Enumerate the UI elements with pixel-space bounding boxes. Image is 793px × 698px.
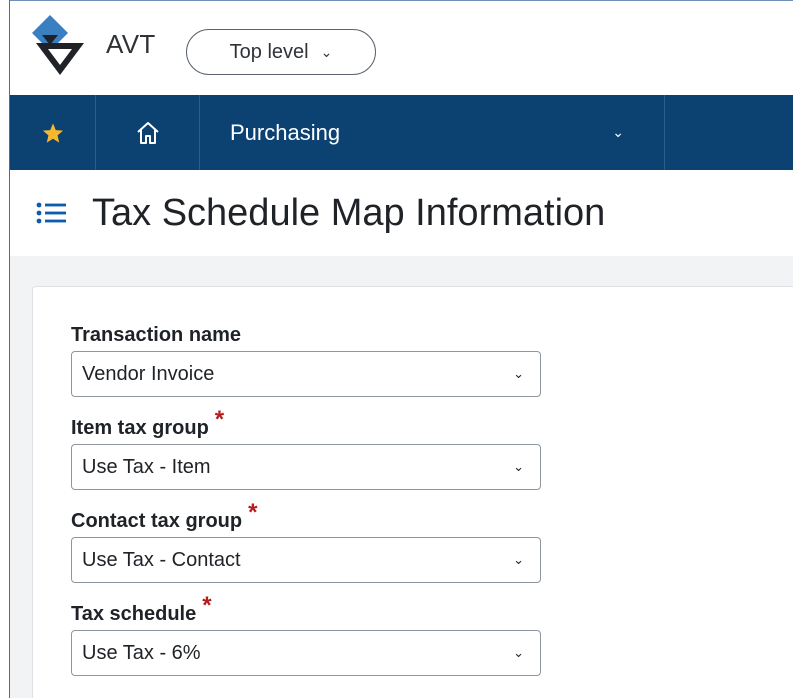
select-value: Use Tax - 6% [82,641,201,664]
tax-schedule-select[interactable]: Use Tax - 6% ⌄ [71,630,541,676]
item-tax-group-field: Item tax group * Use Tax - Item ⌄ [71,406,541,490]
favorites-button[interactable] [10,95,96,170]
entity-scope-button[interactable]: Top level ⌄ [186,29,376,75]
select-value: Use Tax - Contact [82,548,241,571]
main-nav-bar: Purchasing ⌄ [10,95,793,170]
chevron-down-icon: ⌄ [612,124,624,140]
field-label: Tax schedule * [71,592,541,626]
content-area: Transaction name Vendor Invoice ⌄ Item t… [10,256,793,698]
chevron-down-icon: ⌄ [513,552,524,567]
select-value: Vendor Invoice [82,362,215,385]
form-card: Transaction name Vendor Invoice ⌄ Item t… [32,286,793,698]
home-icon [136,121,159,144]
star-icon [42,122,63,143]
brand-name: AVT [106,29,156,59]
tax-schedule-field: Tax schedule * Use Tax - 6% ⌄ [71,592,541,676]
chevron-down-icon: ⌄ [320,43,333,60]
field-label-text: Transaction name [71,324,242,346]
item-tax-group-select[interactable]: Use Tax - Item ⌄ [71,444,541,490]
transaction-name-select[interactable]: Vendor Invoice ⌄ [71,351,541,397]
module-dropdown[interactable]: Purchasing ⌄ [200,95,665,170]
field-label-text: Contact tax group [71,510,243,532]
top-bar: AVT Top level ⌄ [10,0,793,95]
field-label: Item tax group * [71,406,541,440]
transaction-name-field: Transaction name Vendor Invoice ⌄ [71,319,541,397]
required-marker: * [202,592,212,619]
required-marker: * [248,499,258,526]
field-label: Contact tax group * [71,499,541,533]
module-label: Purchasing [230,119,341,145]
page-header: Tax Schedule Map Information [10,170,793,256]
page-title: Tax Schedule Map Information [92,191,606,234]
field-label-text: Item tax group [71,417,209,439]
select-value: Use Tax - Item [82,455,211,478]
contact-tax-group-select[interactable]: Use Tax - Contact ⌄ [71,537,541,583]
field-label-text: Tax schedule [71,603,197,625]
contact-tax-group-field: Contact tax group * Use Tax - Contact ⌄ [71,499,541,583]
company-logo-icon[interactable] [32,13,86,77]
chevron-down-icon: ⌄ [513,645,524,660]
list-menu-icon[interactable] [36,201,66,225]
scope-label: Top level [229,40,309,63]
required-marker: * [214,406,225,433]
home-button[interactable] [96,95,200,170]
field-label: Transaction name [71,319,541,347]
chevron-down-icon: ⌄ [513,366,524,381]
chevron-down-icon: ⌄ [513,459,524,474]
